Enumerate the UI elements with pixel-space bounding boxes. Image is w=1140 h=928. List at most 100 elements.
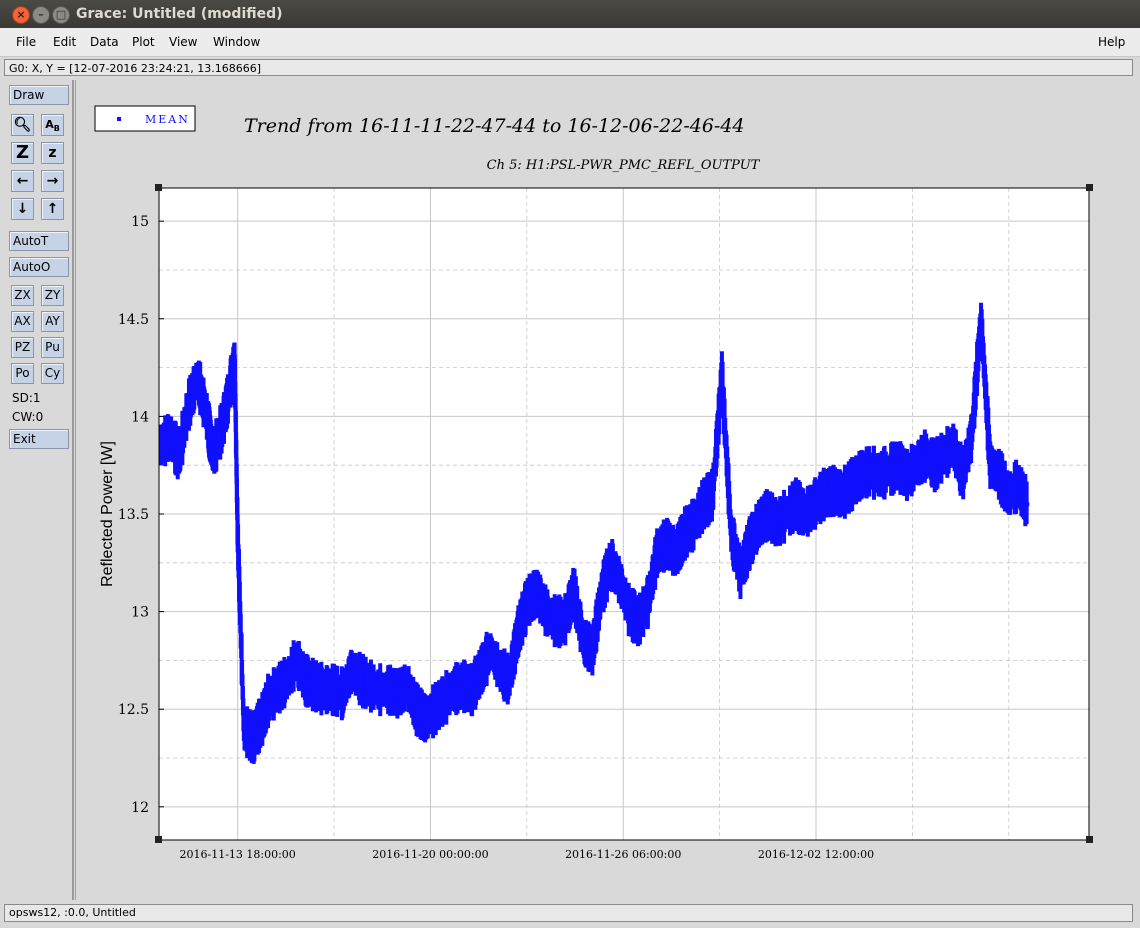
scroll-up-button[interactable]: ↑	[41, 198, 64, 220]
data-point	[266, 697, 271, 702]
data-point	[312, 683, 317, 688]
data-point	[988, 463, 993, 468]
data-point	[195, 375, 200, 380]
arrow-up-icon: ↑	[46, 201, 59, 217]
autoo-button[interactable]: AutoO	[9, 257, 69, 277]
data-point	[895, 463, 900, 468]
menu-help[interactable]: Help	[1098, 35, 1125, 49]
menu-plot[interactable]: Plot	[132, 35, 155, 49]
data-point	[1006, 492, 1011, 497]
menu-edit[interactable]: Edit	[53, 35, 76, 49]
data-point	[562, 619, 567, 624]
text-button[interactable]: AB	[41, 114, 64, 136]
stack-depth-label: SD:1	[12, 391, 41, 405]
minimize-icon[interactable]: –	[32, 6, 50, 24]
plot-canvas[interactable]: MEAN Trend from 16-11-11-22-47-44 to 16-…	[75, 80, 1137, 900]
data-point	[331, 687, 336, 692]
menu-file[interactable]: File	[16, 35, 36, 49]
data-point	[645, 599, 650, 604]
arrow-right-icon: →	[46, 173, 59, 189]
chart-subtitle: Ch 5: H1:PSL-PWR_PMC_REFL_OUTPUT	[487, 158, 761, 173]
data-point	[251, 736, 256, 741]
data-point	[433, 707, 438, 712]
data-point	[423, 716, 428, 721]
data-point	[210, 453, 215, 458]
data-point	[840, 492, 845, 497]
pz-button[interactable]: PZ	[11, 337, 34, 358]
scroll-down-button[interactable]: ↓	[11, 198, 34, 220]
data-point	[599, 590, 604, 595]
data-point	[830, 488, 835, 493]
data-point	[886, 469, 891, 474]
scroll-right-button[interactable]: →	[41, 170, 64, 192]
data-point	[294, 658, 299, 663]
data-point	[285, 677, 290, 682]
autot-button[interactable]: AutoT	[9, 231, 69, 251]
locator-display: G0: X, Y = [12-07-2016 23:24:21, 13.1686…	[4, 59, 1133, 76]
data-point	[525, 599, 530, 604]
scroll-left-button[interactable]: ←	[11, 170, 34, 192]
data-point	[405, 683, 410, 688]
data-point	[553, 619, 558, 624]
y-ticks: 12 12.5 13 13.5 14 14.5 15	[118, 214, 164, 816]
data-point	[226, 394, 231, 399]
ax-button[interactable]: AX	[11, 311, 34, 332]
small-z-icon: z	[48, 145, 57, 161]
magnifier-icon: 🔍︎	[13, 117, 32, 133]
menu-window[interactable]: Window	[213, 35, 260, 49]
x-tick-label: 2016-11-20 00:00:00	[372, 848, 488, 861]
data-point	[803, 512, 808, 516]
window-title: Grace: Untitled (modified)	[76, 6, 283, 22]
data-point	[775, 521, 780, 526]
cy-button[interactable]: Cy	[41, 363, 64, 384]
close-icon[interactable]: ×	[12, 6, 30, 24]
data-point	[220, 424, 225, 429]
data-point	[784, 512, 789, 516]
handle-bottom-right[interactable]	[1086, 836, 1093, 843]
data-point	[858, 472, 863, 477]
ay-button[interactable]: AY	[41, 311, 64, 332]
data-point	[1016, 482, 1021, 487]
y-tick-label: 13	[131, 605, 149, 621]
data-point	[479, 668, 484, 673]
tool-panel: Draw 🔍︎ AB Z z ← → ↓ ↑ AutoT AutoO ZX ZY…	[4, 80, 74, 900]
exit-button[interactable]: Exit	[9, 429, 69, 449]
menu-view[interactable]: View	[169, 35, 197, 49]
legend-label: MEAN	[145, 113, 190, 126]
data-point	[747, 541, 752, 546]
draw-button[interactable]: Draw	[9, 85, 69, 105]
data-point	[636, 619, 641, 624]
handle-top-right[interactable]	[1086, 184, 1093, 191]
pu-button[interactable]: Pu	[41, 337, 64, 358]
menu-data[interactable]: Data	[90, 35, 119, 49]
data-point	[235, 531, 240, 536]
data-point	[655, 551, 660, 556]
data-point	[260, 716, 265, 721]
po-button[interactable]: Po	[11, 363, 34, 384]
x-ticks: 2016-11-13 18:00:00 2016-11-20 00:00:00 20…	[179, 848, 874, 861]
zoom-in-button[interactable]: z	[41, 142, 64, 164]
zoom-button[interactable]: 🔍︎	[11, 114, 34, 136]
data-point	[821, 492, 826, 497]
handle-top-left[interactable]	[155, 184, 162, 191]
data-point	[340, 691, 345, 696]
trend-chart[interactable]: MEAN Trend from 16-11-11-22-47-44 to 16-…	[76, 80, 1137, 900]
data-point	[673, 551, 678, 556]
data-point	[167, 433, 172, 438]
data-point	[618, 580, 623, 585]
data-point	[701, 502, 706, 507]
data-point	[241, 726, 246, 731]
data-point	[303, 677, 308, 682]
data-point	[812, 502, 817, 507]
y-tick-label: 12.5	[118, 702, 149, 718]
data-point	[571, 590, 576, 595]
data-point	[186, 404, 191, 409]
zoom-out-button[interactable]: Z	[11, 142, 34, 164]
x-tick-label: 2016-12-02 12:00:00	[758, 848, 874, 861]
data-point	[627, 609, 632, 614]
zx-button[interactable]: ZX	[11, 285, 34, 306]
chart-title: Trend from 16-11-11-22-47-44 to 16-12-06…	[244, 115, 745, 137]
handle-bottom-left[interactable]	[155, 836, 162, 843]
maximize-icon[interactable]: □	[52, 6, 70, 24]
zy-button[interactable]: ZY	[41, 285, 64, 306]
